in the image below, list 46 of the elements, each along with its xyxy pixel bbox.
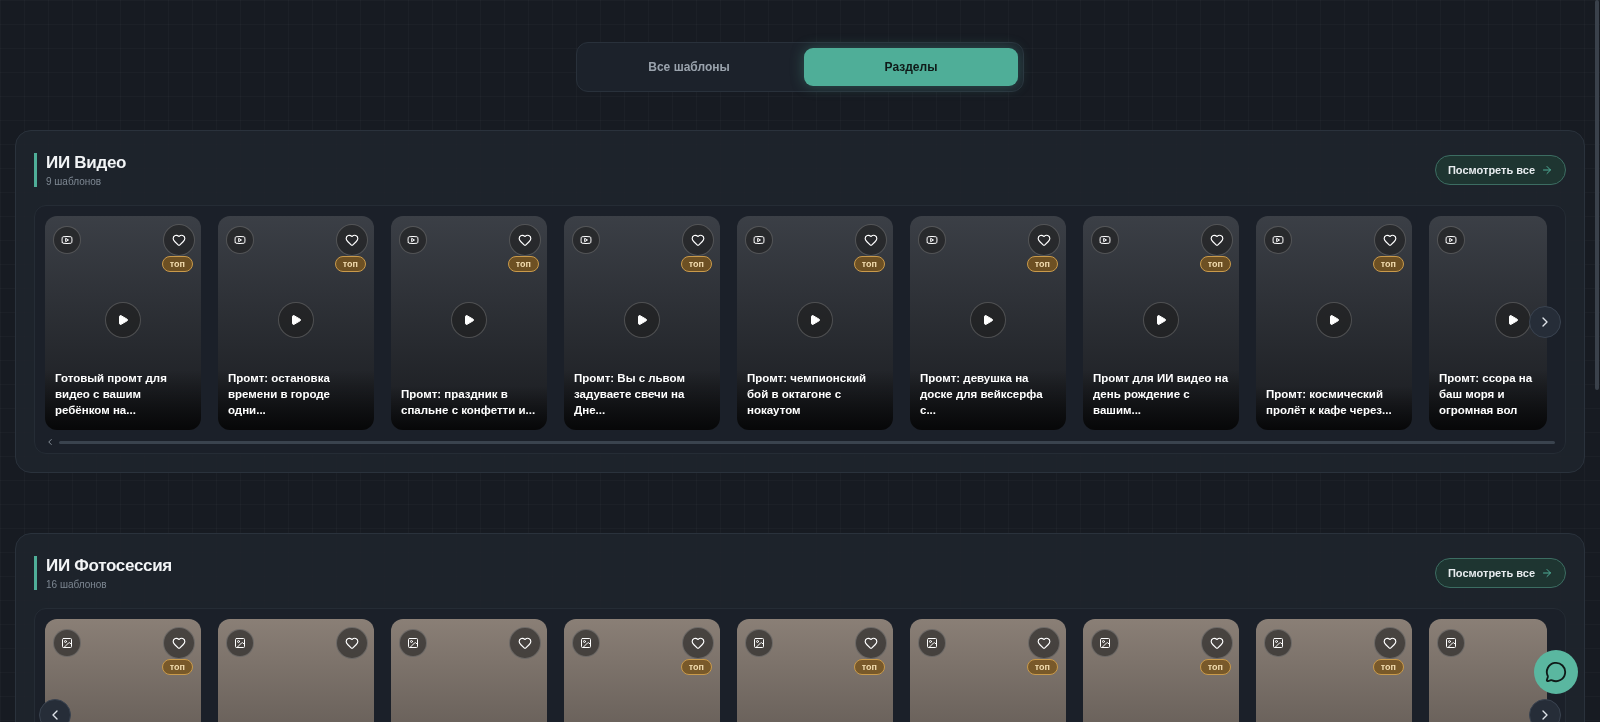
template-card[interactable]: топ	[737, 619, 893, 722]
template-card[interactable]: топ	[1256, 619, 1412, 722]
template-count: 9 шаблонов	[46, 176, 103, 187]
card-title: Промт: космический пролёт к кафе через...	[1266, 386, 1393, 418]
card-title: Промт: ссора на баш моря и огромная вол	[1439, 370, 1534, 418]
top-badge: топ	[507, 256, 539, 272]
top-badge: топ	[853, 659, 885, 675]
view-tab[interactable]: Все шаблоны	[582, 48, 796, 86]
section-title: ИИ Видео	[46, 153, 127, 173]
card-title: Промт: девушка на доске для вейксерфа с...	[920, 370, 1044, 418]
card-title: Промт: остановка времени в городе одни...	[228, 370, 331, 418]
template-card[interactable]: топ Промт для ИИ видео на день рождение с вашим...	[1083, 216, 1239, 430]
top-badge: топ	[1199, 659, 1231, 675]
template-card[interactable]: топ	[45, 619, 201, 722]
template-count: 16 шаблонов	[46, 579, 108, 590]
template-card[interactable]: топ Готовый промт для видео с вашим ребёнком на...	[45, 216, 201, 430]
template-card[interactable]: топ Промт: остановка времени в городе одни...	[218, 216, 374, 430]
top-badge: топ	[1026, 659, 1058, 675]
card-title: Промт: чемпионский бой в октагоне с нокаутом	[747, 370, 868, 418]
top-badge: топ	[680, 256, 712, 272]
template-card[interactable]: Промт: ссора на баш моря и огромная вол	[1429, 216, 1547, 430]
top-badge: топ	[680, 659, 712, 675]
template-card[interactable]: топ Промт: Вы с львом задуваете свечи на Дне...	[564, 216, 720, 430]
card-title: Промт: Вы с львом задуваете свечи на Дне...	[574, 370, 686, 418]
card-title: Промт: праздник в спальне с конфетти и...	[401, 386, 537, 418]
template-card[interactable]: топ	[564, 619, 720, 722]
top-badge: топ	[334, 256, 366, 272]
template-card[interactable]: топ Промт: чемпионский бой в октагоне с нокаутом	[737, 216, 893, 430]
card-title: Готовый промт для видео с вашим ребёнком на...	[55, 370, 168, 418]
template-card[interactable]: топ Промт: космический пролёт к кафе через...	[1256, 216, 1412, 430]
top-badge: топ	[1372, 256, 1404, 272]
view-all-button[interactable]: Посмотреть все	[1434, 558, 1566, 588]
card-title: Промт для ИИ видео на день рождение с вашим...	[1093, 370, 1229, 418]
template-card[interactable]: топ	[1083, 619, 1239, 722]
section-title: ИИ Фотосессия	[46, 556, 172, 576]
top-badge: топ	[1199, 256, 1231, 272]
view-tab[interactable]: Разделы	[804, 48, 1018, 86]
top-badge: топ	[853, 256, 885, 272]
top-badge: топ	[1026, 256, 1058, 272]
view-all-button[interactable]: Посмотреть все	[1434, 155, 1566, 185]
top-badge: топ	[1372, 659, 1404, 675]
template-card[interactable]: топ Промт: праздник в спальне с конфетти и...	[391, 216, 547, 430]
top-badge: топ	[161, 256, 193, 272]
template-card[interactable]: топ	[910, 619, 1066, 722]
top-badge: топ	[161, 659, 193, 675]
template-card[interactable]: топ Промт: девушка на доске для вейксерфа с...	[910, 216, 1066, 430]
